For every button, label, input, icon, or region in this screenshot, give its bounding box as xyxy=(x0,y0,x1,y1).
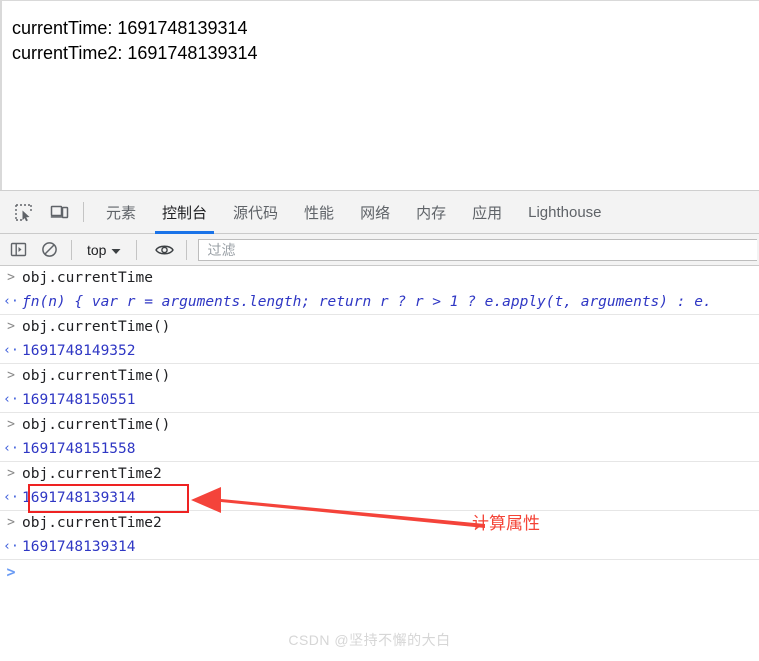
console-function-value: ƒn(n) { var r = arguments.length; return… xyxy=(22,291,759,313)
clear-console-icon[interactable] xyxy=(36,237,62,263)
console-context-value: top xyxy=(87,241,107,258)
devtools-panel: 元素 控制台 源代码 性能 网络 内存 应用 Lighthouse top 过滤… xyxy=(0,190,759,661)
tab-performance[interactable]: 性能 xyxy=(291,190,347,234)
console-function-text: n(n) { var r = arguments.length; return … xyxy=(30,294,712,310)
live-expression-icon[interactable] xyxy=(151,237,177,263)
console-row-output[interactable]: ‹· 1691748150551 xyxy=(0,388,759,413)
console-row-output[interactable]: ‹· 1691748151558 xyxy=(0,437,759,462)
console-row-input[interactable]: > obj.currentTime xyxy=(0,266,759,290)
input-chevron-icon: > xyxy=(7,270,15,285)
tab-network[interactable]: 网络 xyxy=(347,190,403,234)
output-chevron-icon: ‹· xyxy=(3,392,19,407)
console-input-text: obj.currentTime2 xyxy=(22,515,162,531)
page-viewport: currentTime: 1691748139314 currentTime2:… xyxy=(0,0,759,190)
console-row-input[interactable]: > obj.currentTime2 xyxy=(0,511,759,535)
console-row-input[interactable]: > obj.currentTime() xyxy=(0,413,759,437)
output-chevron-icon: ‹· xyxy=(3,490,19,505)
console-sidebar-icon[interactable] xyxy=(5,237,31,263)
console-row-output[interactable]: ‹· 1691748139314 xyxy=(0,535,759,560)
output-chevron-icon: ‹· xyxy=(3,343,19,358)
devtools-tab-list: 元素 控制台 源代码 性能 网络 内存 应用 Lighthouse xyxy=(93,190,615,234)
watermark-text: CSDN @坚持不懈的大白 xyxy=(288,632,451,648)
tab-elements[interactable]: 元素 xyxy=(93,190,149,234)
console-row-input-highlighted[interactable]: > obj.currentTime2 xyxy=(0,462,759,486)
tab-lighthouse[interactable]: Lighthouse xyxy=(515,190,614,234)
input-chevron-icon: > xyxy=(7,515,15,530)
console-input-text: obj.currentTime() xyxy=(22,319,171,335)
console-input-text: obj.currentTime2 xyxy=(22,466,162,482)
tab-console[interactable]: 控制台 xyxy=(149,190,220,234)
console-toolbar-divider-2 xyxy=(136,239,138,260)
console-toolbar-divider-1 xyxy=(71,239,72,260)
console-result-value: 1691748149352 xyxy=(22,343,136,359)
chevron-down-icon xyxy=(111,242,121,258)
console-row-output[interactable]: ‹· 1691748149352 xyxy=(0,339,759,364)
console-row-output[interactable]: ‹· ƒn(n) { var r = arguments.length; ret… xyxy=(0,290,759,315)
input-chevron-icon: > xyxy=(7,368,15,383)
console-result-value: 1691748139314 xyxy=(22,490,136,506)
console-message-list[interactable]: > obj.currentTime ‹· ƒn(n) { var r = arg… xyxy=(0,266,759,659)
devtools-tabbar: 元素 控制台 源代码 性能 网络 内存 应用 Lighthouse xyxy=(0,190,759,234)
console-result-value: 1691748151558 xyxy=(22,441,136,457)
page-text-current-time: currentTime: 1691748139314 xyxy=(12,18,248,38)
page-text-current-time2: currentTime2: 1691748139314 xyxy=(12,43,258,63)
output-chevron-icon: ‹· xyxy=(3,441,19,456)
prompt-chevron-icon: > xyxy=(6,563,16,581)
console-toolbar-divider-3 xyxy=(186,239,188,260)
console-context-selector[interactable]: top xyxy=(81,242,127,258)
console-result-value: 1691748139314 xyxy=(22,539,136,555)
console-filter-input[interactable]: 过滤 xyxy=(198,238,757,261)
output-chevron-icon: ‹· xyxy=(3,294,19,309)
console-row-output[interactable]: ‹· 1691748139314 xyxy=(0,486,759,511)
console-input-text: obj.currentTime() xyxy=(22,417,171,433)
console-input-text: obj.currentTime xyxy=(22,270,153,286)
input-chevron-icon: > xyxy=(7,466,15,481)
tab-sources[interactable]: 源代码 xyxy=(220,190,291,234)
device-toolbar-icon[interactable] xyxy=(44,197,74,227)
tab-memory[interactable]: 内存 xyxy=(403,190,459,234)
inspect-element-icon[interactable] xyxy=(8,197,38,227)
input-chevron-icon: > xyxy=(7,417,15,432)
console-filter-toolbar: top 过滤 xyxy=(0,234,759,266)
console-input-text: obj.currentTime() xyxy=(22,368,171,384)
console-row-input[interactable]: > obj.currentTime() xyxy=(0,364,759,388)
output-chevron-icon: ‹· xyxy=(3,539,19,554)
console-result-value: 1691748150551 xyxy=(22,392,136,408)
toolbar-divider xyxy=(83,202,84,222)
input-chevron-icon: > xyxy=(7,319,15,334)
function-glyph-icon: ƒ xyxy=(22,294,31,310)
console-row-input[interactable]: > obj.currentTime() xyxy=(0,315,759,339)
tab-application[interactable]: 应用 xyxy=(459,190,515,234)
console-prompt-row[interactable]: > xyxy=(0,560,759,584)
